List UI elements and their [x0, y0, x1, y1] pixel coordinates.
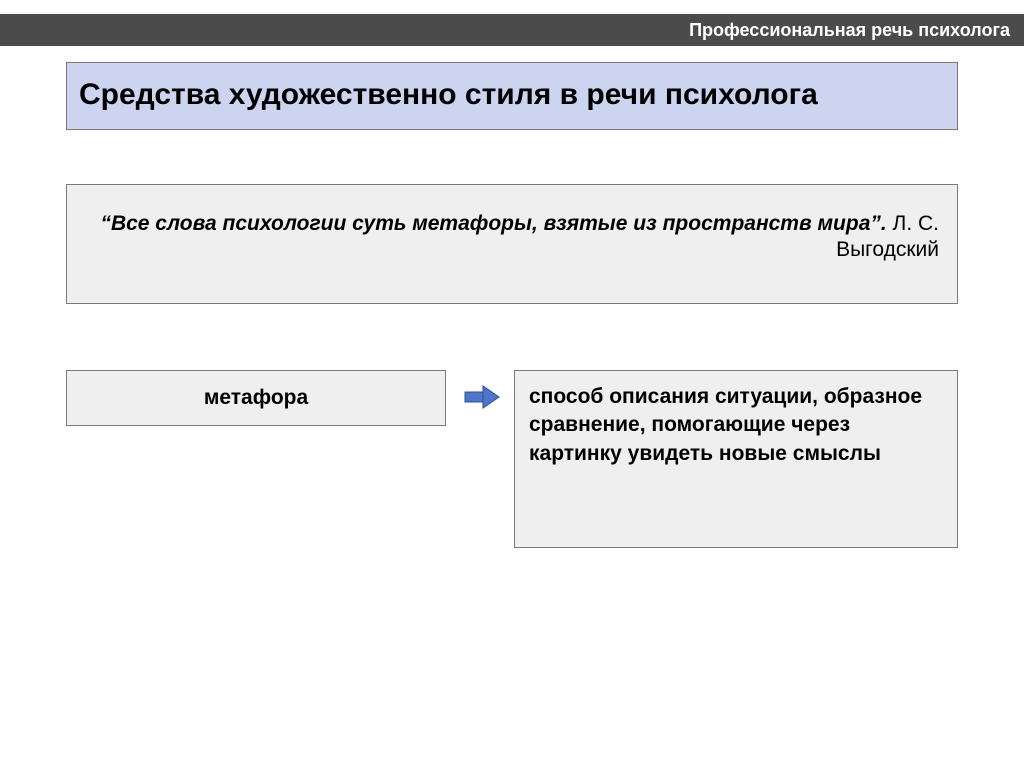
- arrow-right-icon: [463, 382, 503, 412]
- term-label: метафора: [204, 386, 308, 410]
- title-panel: Средства художественно стиля в речи псих…: [66, 62, 958, 130]
- definition-panel: способ описания ситуации, образное сравн…: [514, 370, 958, 548]
- quote-panel: “Все слова психологии суть метафоры, взя…: [66, 184, 958, 304]
- definition-text: способ описания ситуации, образное сравн…: [529, 385, 922, 465]
- quote-body: “Все слова психологии суть метафоры, взя…: [100, 212, 886, 235]
- quote-text: “Все слова психологии суть метафоры, взя…: [85, 211, 939, 264]
- header-bar: Профессиональная речь психолога: [30, 14, 1024, 46]
- slide-title: Средства художественно стиля в речи псих…: [79, 77, 939, 113]
- top-accent-strip: [0, 14, 30, 46]
- term-panel: метафора: [66, 370, 446, 426]
- header-label: Профессиональная речь психолога: [689, 20, 1010, 41]
